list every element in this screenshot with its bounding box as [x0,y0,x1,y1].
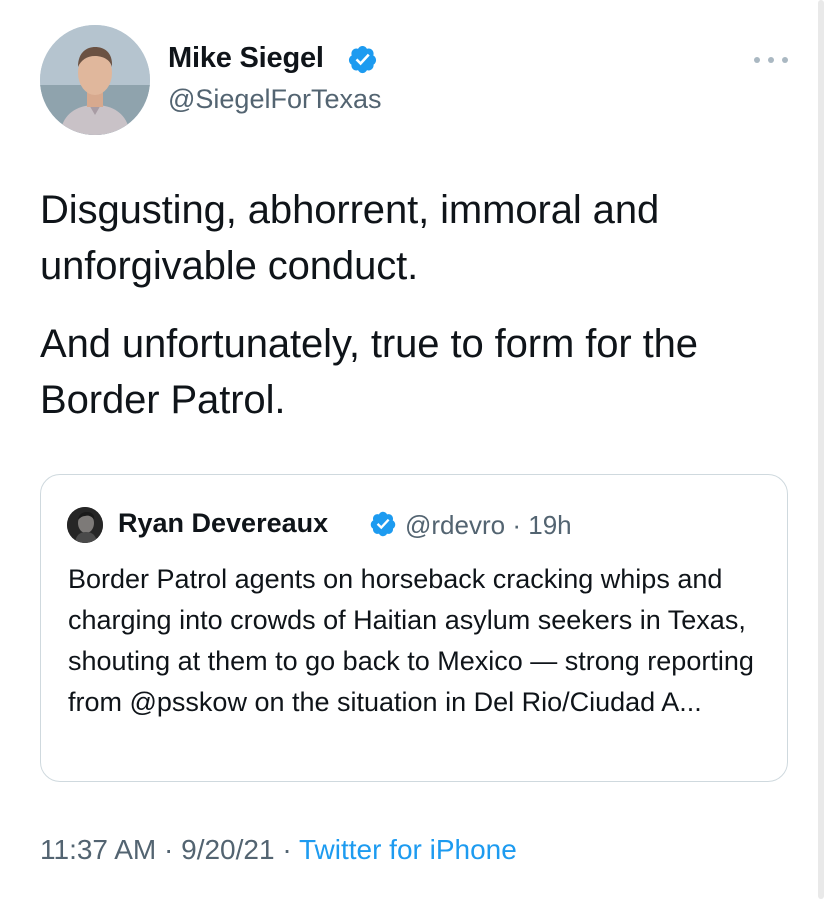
quoted-author-avatar [67,507,103,543]
more-dot [768,57,774,63]
quoted-tweet-card[interactable]: Ryan Devereaux @rdevro · 19h Border Patr… [40,474,788,782]
quoted-tweet-age: 19h [528,510,572,540]
verified-badge-icon [348,45,377,74]
more-dot [782,57,788,63]
author-avatar[interactable] [40,25,150,135]
quoted-author-handle: @rdevro [405,510,506,540]
more-dot [754,57,760,63]
tweet-text-paragraph: And unfortunately, true to form for the … [40,322,698,422]
scrollbar[interactable] [818,0,824,899]
tweet-date[interactable]: 9/20/21 [181,834,274,865]
avatar-photo [40,25,150,135]
author-handle[interactable]: @SiegelForTexas [168,84,382,115]
quoted-author-name: Ryan Devereaux [118,508,329,538]
footer-separator: · [164,834,174,865]
author-name[interactable]: Mike Siegel [168,42,324,75]
tweet-source-link[interactable]: Twitter for iPhone [299,834,517,865]
tweet-time[interactable]: 11:37 AM [40,834,156,865]
tweet-footer: 11:37 AM · 9/20/21 · Twitter for iPhone [40,834,517,866]
footer-separator: · [282,834,292,865]
quoted-tweet-text: Border Patrol agents on horseback cracki… [68,564,754,717]
tweet: Mike Siegel @SiegelForTexas Disgusting, … [0,0,828,899]
meta-separator: · [512,510,521,540]
more-horizontal-icon[interactable] [754,48,788,72]
quoted-tweet-meta: @rdevro · 19h [405,510,572,541]
verified-badge-icon [370,511,396,537]
quoted-avatar-photo [67,507,103,543]
tweet-text-paragraph: Disgusting, abhorrent, immoral and unfor… [40,188,660,288]
